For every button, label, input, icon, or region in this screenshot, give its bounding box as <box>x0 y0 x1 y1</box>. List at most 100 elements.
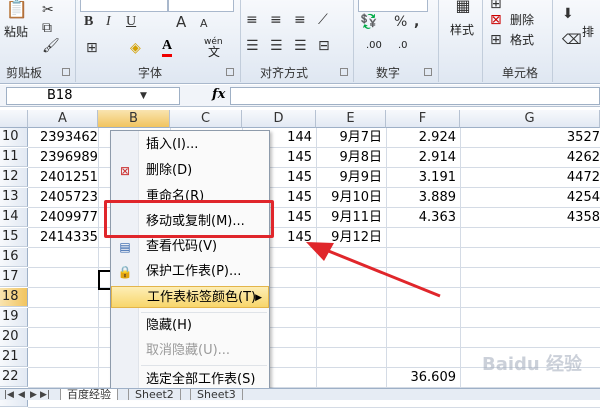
formula-input[interactable] <box>230 87 600 105</box>
sheet-tab-active[interactable]: 百度经验 <box>60 389 118 400</box>
menu-item-view-code[interactable]: ▤ 查看代码(V) <box>111 236 269 258</box>
row-header[interactable]: 20 <box>0 328 28 347</box>
name-box-dropdown-icon[interactable]: ▼ <box>140 88 147 104</box>
align-left-icon[interactable]: ☰ <box>246 38 259 54</box>
alignment-launcher-icon[interactable] <box>340 68 348 76</box>
percent-icon[interactable]: % <box>394 14 407 30</box>
format-cells-label[interactable]: 格式 <box>510 32 534 48</box>
row-header[interactable]: 16 <box>0 248 28 267</box>
column-header-f[interactable]: F <box>386 110 460 128</box>
row-header[interactable]: 11 <box>0 148 28 167</box>
paste-button-label[interactable]: 粘贴 <box>4 24 28 40</box>
align-top-icon[interactable]: ≡ <box>246 12 258 28</box>
prev-sheet-icon[interactable]: ◀ <box>18 389 25 400</box>
menu-item-delete[interactable]: ⊠ 删除(D) <box>111 160 269 182</box>
cell-g11[interactable]: 4262 <box>460 148 600 167</box>
cell-a18[interactable] <box>28 288 98 307</box>
menu-item-tab-color[interactable]: 工作表标签颜色(T) ▶ <box>111 286 269 308</box>
currency-icon[interactable]: 💱 <box>360 14 377 30</box>
align-bottom-icon[interactable]: ≡ <box>294 12 306 28</box>
cell-g18[interactable] <box>460 288 600 307</box>
cell-e21[interactable] <box>316 348 386 367</box>
next-sheet-icon[interactable]: ▶ <box>30 389 37 400</box>
sort-filter-label[interactable]: 排 <box>582 24 594 40</box>
cut-icon[interactable]: ✂ <box>42 2 54 18</box>
cell-g20[interactable] <box>460 328 600 347</box>
align-middle-icon[interactable]: ≡ <box>270 12 282 28</box>
cell-f12[interactable]: 3.191 <box>386 168 460 187</box>
cell-e14[interactable]: 9月11日 <box>316 208 386 227</box>
cell-e17[interactable] <box>316 268 386 287</box>
select-all-corner[interactable] <box>0 110 28 128</box>
cell-e16[interactable] <box>316 248 386 267</box>
cell-g19[interactable] <box>460 308 600 327</box>
row-header[interactable]: 10 <box>0 128 28 147</box>
cell-a21[interactable] <box>28 348 98 367</box>
row-header[interactable]: 15 <box>0 228 28 247</box>
merge-center-icon[interactable]: ⊟ <box>318 38 330 54</box>
italic-icon[interactable]: I <box>106 14 111 30</box>
row-header[interactable]: 18 <box>0 288 28 307</box>
row-header[interactable]: 13 <box>0 188 28 207</box>
cell-g16[interactable] <box>460 248 600 267</box>
cell-g15[interactable] <box>460 228 600 247</box>
menu-item-hide[interactable]: 隐藏(H) <box>111 315 269 337</box>
cell-g12[interactable]: 4472 <box>460 168 600 187</box>
column-header-g[interactable]: G <box>460 110 600 128</box>
paste-icon[interactable]: 📋 <box>4 1 30 24</box>
cell-f17[interactable] <box>386 268 460 287</box>
cell-e11[interactable]: 9月8日 <box>316 148 386 167</box>
name-box[interactable]: B18 <box>6 87 180 105</box>
cell-e15[interactable]: 9月12日 <box>316 228 386 247</box>
cell-f20[interactable] <box>386 328 460 347</box>
cell-a15[interactable]: 2414335 <box>28 228 98 247</box>
cell-f11[interactable]: 2.914 <box>386 148 460 167</box>
row-header[interactable]: 21 <box>0 348 28 367</box>
delete-cells-icon[interactable]: ⊠ <box>490 12 502 28</box>
cell-e10[interactable]: 9月7日 <box>316 128 386 147</box>
phonetic-guide-icon[interactable]: 文 <box>208 44 220 60</box>
insert-function-icon[interactable]: fx <box>212 87 225 102</box>
cell-a17[interactable] <box>28 268 98 287</box>
cell-e22[interactable] <box>316 368 386 387</box>
number-format-dropdown[interactable] <box>358 0 428 12</box>
cell-f16[interactable] <box>386 248 460 267</box>
last-sheet-icon[interactable]: ▶| <box>40 389 50 400</box>
row-header[interactable]: 22 <box>0 368 28 387</box>
font-name-dropdown[interactable] <box>80 0 168 12</box>
number-launcher-icon[interactable] <box>424 68 432 76</box>
menu-item-insert[interactable]: 插入(I)... <box>111 134 269 156</box>
format-cells-icon[interactable]: ⊞ <box>490 32 502 48</box>
align-center-icon[interactable]: ☰ <box>270 38 283 54</box>
row-header[interactable]: 19 <box>0 308 28 327</box>
cell-g17[interactable] <box>460 268 600 287</box>
cell-f15[interactable] <box>386 228 460 247</box>
cell-a19[interactable] <box>28 308 98 327</box>
row-header[interactable]: 17 <box>0 268 28 287</box>
border-icon[interactable]: ⊞ <box>86 40 98 56</box>
cell-e12[interactable]: 9月9日 <box>316 168 386 187</box>
cell-e13[interactable]: 9月10日 <box>316 188 386 207</box>
menu-item-unhide[interactable]: 取消隐藏(U)... <box>111 340 269 362</box>
cell-a22[interactable] <box>28 368 98 387</box>
delete-cells-label[interactable]: 删除 <box>510 12 534 28</box>
font-size-decrease-icon[interactable]: A <box>200 16 208 32</box>
cell-e18[interactable] <box>316 288 386 307</box>
fill-down-icon[interactable]: ⬇ <box>562 6 574 22</box>
copy-icon[interactable]: ⧉ <box>42 20 52 36</box>
sheet-tab[interactable]: Sheet2 <box>128 389 181 400</box>
sheet-tab[interactable]: Sheet3 <box>190 389 243 400</box>
row-header[interactable]: 12 <box>0 168 28 187</box>
cell-g10[interactable]: 3527 <box>460 128 600 147</box>
underline-icon[interactable]: U <box>126 14 136 30</box>
styles-icon[interactable]: ▦ <box>450 0 476 14</box>
menu-item-protect-sheet[interactable]: 🔒 保护工作表(P)... <box>111 261 269 283</box>
cell-a11[interactable]: 2396989 <box>28 148 98 167</box>
insert-cells-icon[interactable]: ⊞ <box>490 0 502 12</box>
cell-g13[interactable]: 4254 <box>460 188 600 207</box>
cell-f10[interactable]: 2.924 <box>386 128 460 147</box>
clipboard-launcher-icon[interactable] <box>62 68 70 76</box>
cell-f21[interactable] <box>386 348 460 367</box>
column-header-b[interactable]: B <box>98 110 170 128</box>
cell-a12[interactable]: 2401251 <box>28 168 98 187</box>
